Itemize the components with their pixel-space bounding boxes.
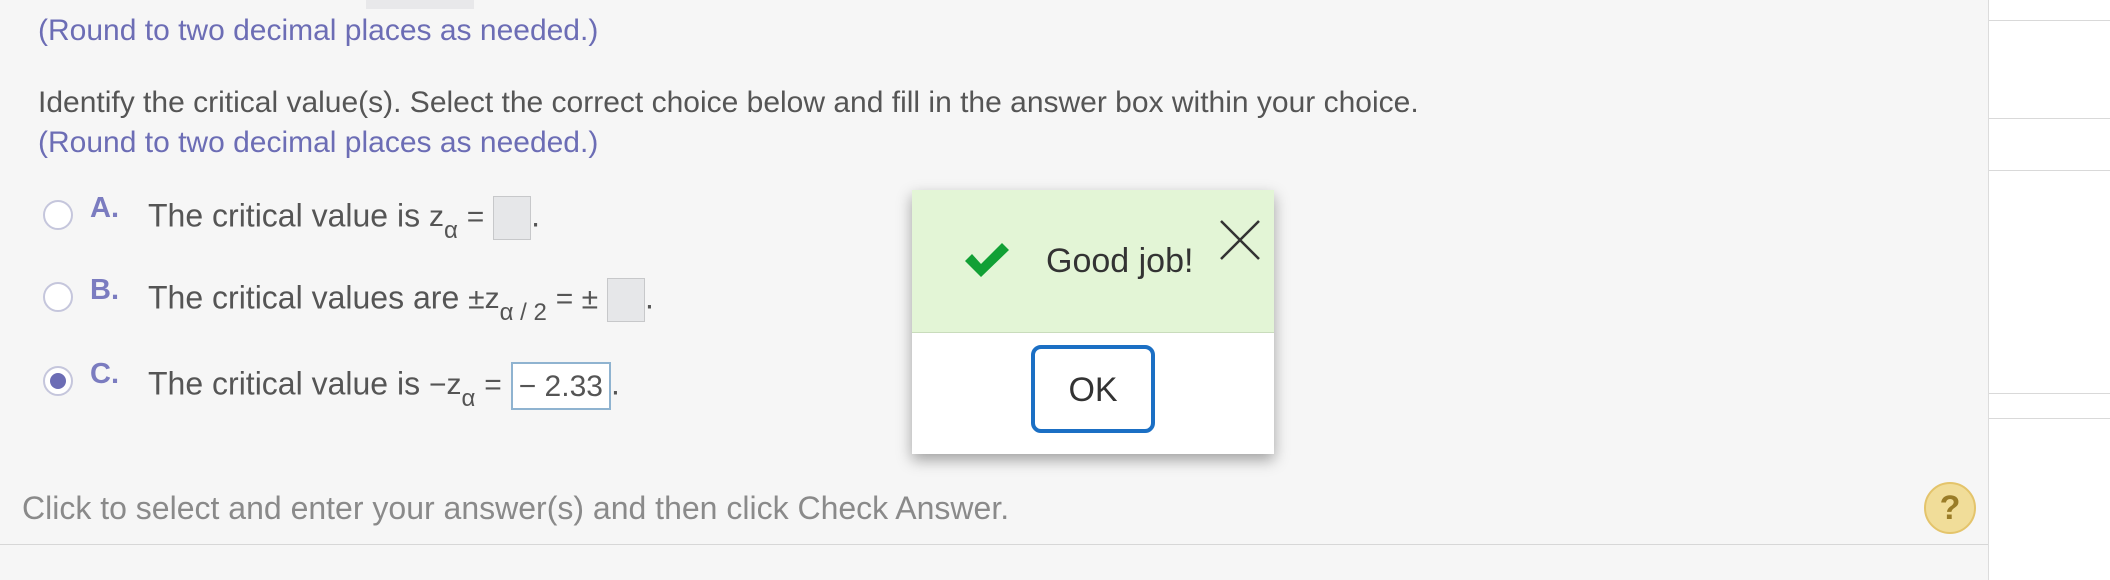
dialog-message: Good job!	[1046, 242, 1194, 280]
panel-divider	[1989, 170, 2110, 171]
choice-c-radio[interactable]	[43, 366, 73, 396]
instruction-footer: Click to select and enter your answer(s)…	[22, 490, 1010, 526]
choice-b-equals: = ±	[555, 282, 599, 316]
choice-a-text: The critical value is zα = .	[148, 196, 541, 245]
choice-c-period: .	[610, 365, 620, 402]
panel-divider	[1989, 118, 2110, 119]
choice-b-radio[interactable]	[43, 282, 73, 312]
panel-divider	[1989, 393, 2110, 394]
choice-c-var: zα	[446, 368, 476, 413]
dialog-header: Good job!	[912, 190, 1274, 333]
panel-divider	[1989, 20, 2110, 21]
choice-b-period: .	[644, 279, 654, 316]
choice-a-period: .	[531, 197, 541, 234]
ok-button[interactable]: OK	[1031, 345, 1155, 433]
choice-c-equals: =	[484, 368, 502, 402]
choice-b-var: zα / 2	[484, 282, 547, 327]
choice-b-label: The critical values are	[148, 279, 460, 316]
right-side-panel	[1988, 0, 2110, 580]
choice-c-minus: −	[428, 368, 447, 402]
checkmark-icon	[965, 243, 1009, 277]
choice-c-label: The critical value is	[148, 365, 421, 402]
rounding-hint: (Round to two decimal places as needed.)	[38, 126, 599, 159]
choice-c-letter: C.	[90, 358, 119, 390]
help-button[interactable]: ?	[1924, 482, 1976, 534]
choice-c-text: The critical value is −zα = − 2.33.	[148, 362, 620, 413]
choice-b-letter: B.	[90, 274, 119, 306]
panel-divider	[1989, 418, 2110, 419]
choice-a-label: The critical value is	[148, 197, 421, 234]
question-prompt: Identify the critical value(s). Select t…	[38, 86, 1419, 119]
choice-a-equals: =	[466, 200, 485, 234]
choice-b-plusminus: ±	[468, 282, 485, 316]
choice-a-var: zα	[428, 200, 458, 245]
choice-b-text: The critical values are ±zα / 2 = ± .	[148, 278, 654, 327]
rounding-hint-top: (Round to two decimal places as needed.)	[38, 14, 599, 47]
feedback-dialog: Good job! OK	[912, 190, 1274, 454]
choice-b-answer-box[interactable]	[606, 278, 645, 322]
close-icon[interactable]	[1218, 218, 1262, 262]
footer-divider	[0, 544, 1988, 545]
choice-a-letter: A.	[90, 192, 119, 224]
choice-a-answer-box[interactable]	[493, 196, 532, 240]
choice-a-radio[interactable]	[43, 200, 73, 230]
choice-c-answer-box[interactable]: − 2.33	[510, 362, 611, 410]
top-strip	[366, 0, 474, 9]
